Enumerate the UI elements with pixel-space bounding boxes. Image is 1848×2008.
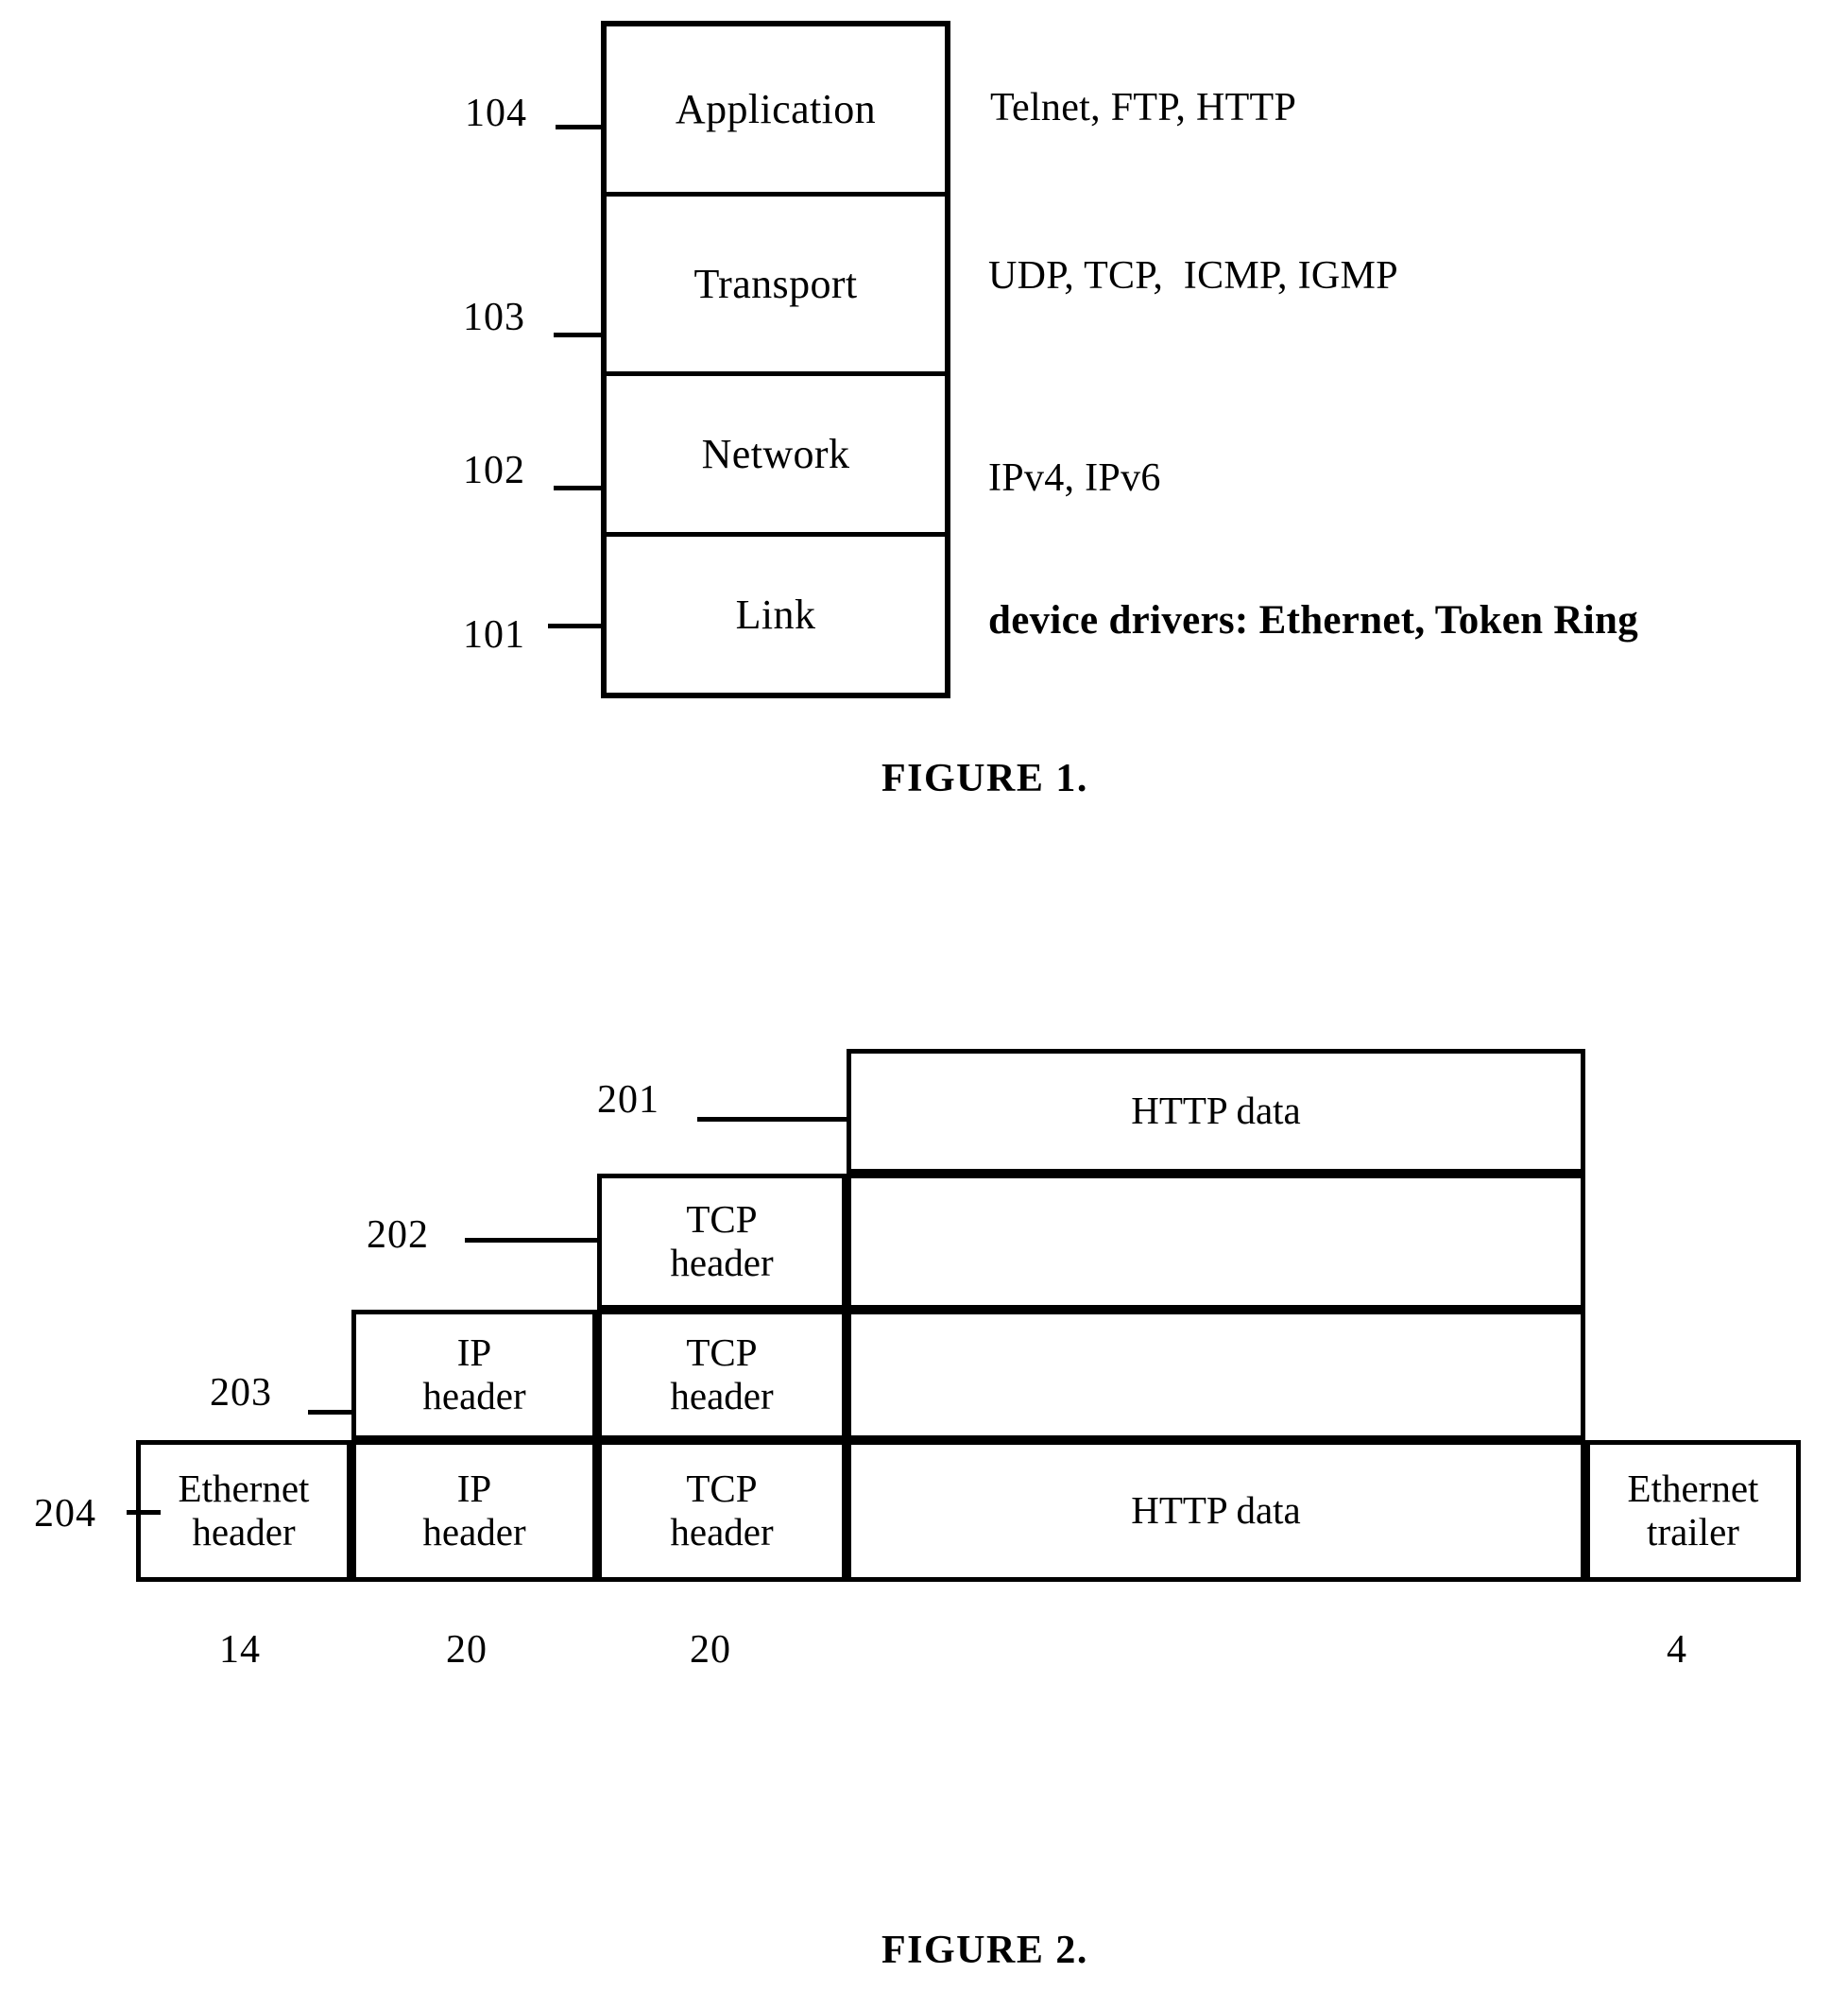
byte-size-ethernet-header: 14: [219, 1628, 261, 1672]
cell-label: IP header: [422, 1467, 526, 1553]
reference-numeral-103: 103: [463, 296, 525, 339]
leader-line-204: [127, 1510, 161, 1515]
reference-numeral-101: 101: [463, 613, 525, 657]
leader-line-202: [465, 1238, 599, 1243]
reference-numeral-204: 204: [34, 1492, 96, 1536]
cell-label: TCP header: [670, 1467, 774, 1553]
reference-numeral-202: 202: [367, 1213, 429, 1257]
layer-name-transport: Transport: [693, 261, 858, 307]
figure2-cell-tcp-header-row204: TCP header: [597, 1440, 847, 1582]
protocol-examples-transport: UDP, TCP, ICMP, IGMP: [988, 254, 1398, 298]
stack-row-link: Link: [607, 537, 945, 693]
reference-numeral-201: 201: [597, 1078, 659, 1122]
stack-row-network: Network: [607, 376, 945, 537]
stack-row-transport: Transport: [607, 197, 945, 376]
layer-name-link: Link: [735, 592, 816, 638]
figure2-cell-tcp-header-row202: TCP header: [597, 1174, 847, 1310]
cell-label: IP header: [422, 1330, 526, 1417]
figure-2-caption: FIGURE 2.: [881, 1929, 1088, 1972]
figure2-cell-http-data-continuation-row202: [847, 1174, 1585, 1310]
figure2-cell-http-data-row204: HTTP data: [847, 1440, 1585, 1582]
figure-1-caption: FIGURE 1.: [881, 757, 1088, 800]
figure2-cell-ethernet-header: Ethernet header: [136, 1440, 351, 1582]
cell-label: TCP header: [670, 1197, 774, 1284]
leader-line-103: [554, 333, 605, 337]
protocol-examples-network: IPv4, IPv6: [988, 456, 1161, 500]
figure2-cell-tcp-header-row203: TCP header: [597, 1310, 847, 1440]
leader-line-201: [697, 1117, 847, 1122]
leader-line-104: [556, 125, 605, 129]
figure2-cell-http-data-top: HTTP data: [847, 1049, 1585, 1174]
leader-line-203: [308, 1410, 353, 1415]
reference-numeral-203: 203: [210, 1371, 272, 1415]
figure2-cell-ip-header-row203: IP header: [351, 1310, 597, 1440]
cell-label: TCP header: [670, 1330, 774, 1417]
patent-drawing-sheet: Application Transport Network Link 104 1…: [0, 0, 1848, 2008]
layer-name-network: Network: [701, 431, 850, 477]
cell-label: Ethernet trailer: [1627, 1467, 1759, 1553]
byte-size-ip-header: 20: [446, 1628, 488, 1672]
figure2-cell-http-data-continuation-row203: [847, 1310, 1585, 1440]
cell-label: Ethernet header: [178, 1467, 310, 1553]
cell-label: HTTP data: [1131, 1488, 1301, 1533]
byte-size-tcp-header: 20: [690, 1628, 731, 1672]
leader-line-102: [554, 486, 605, 490]
byte-size-ethernet-trailer: 4: [1667, 1628, 1687, 1672]
reference-numeral-102: 102: [463, 449, 525, 492]
figure2-cell-ethernet-trailer: Ethernet trailer: [1585, 1440, 1801, 1582]
reference-numeral-104: 104: [465, 92, 527, 135]
protocol-stack-box: Application Transport Network Link: [601, 21, 950, 698]
protocol-examples-application: Telnet, FTP, HTTP: [990, 86, 1297, 129]
figure2-cell-ip-header-row204: IP header: [351, 1440, 597, 1582]
stack-row-application: Application: [607, 26, 945, 197]
cell-label: HTTP data: [1131, 1089, 1301, 1133]
protocol-examples-link: device drivers: Ethernet, Token Ring: [988, 598, 1639, 643]
layer-name-application: Application: [675, 86, 877, 132]
leader-line-101: [548, 624, 605, 628]
